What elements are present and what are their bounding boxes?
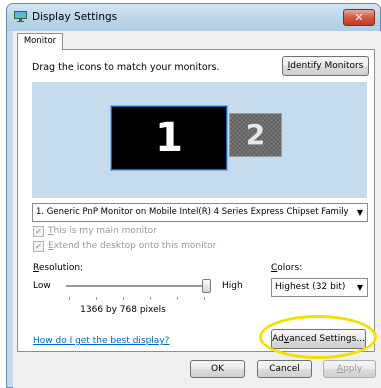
colors-select-value: Highest (32 bit) [275, 282, 346, 292]
help-link[interactable]: How do I get the best display? [33, 336, 169, 346]
window-title: Display Settings [32, 11, 118, 23]
arrangement-instructions: Drag the icons to match your monitors. [32, 62, 220, 73]
close-icon: ✕ [354, 11, 364, 24]
slider-tick [123, 297, 124, 300]
identify-monitors-button[interactable]: Identify Monitors [282, 56, 369, 76]
main-monitor-checkbox[interactable]: ✔ [33, 226, 44, 237]
slider-tick [150, 297, 151, 300]
colors-select[interactable]: Highest (32 bit) ▼ [271, 278, 368, 297]
slider-tick [96, 297, 97, 300]
main-monitor-checkbox-row: ✔ This is my main monitor [33, 226, 157, 237]
highlight-annotation [259, 315, 377, 359]
resolution-low-label: Low [33, 281, 51, 291]
display-settings-icon [14, 11, 27, 22]
resolution-label: Resolution: [33, 263, 83, 273]
apply-label: pply [342, 364, 363, 374]
monitor-select-value: 1. Generic PnP Monitor on Mobile Intel(R… [36, 207, 349, 217]
resolution-slider-track[interactable] [66, 285, 211, 287]
slider-tick [177, 297, 178, 300]
ok-button[interactable]: OK [190, 360, 245, 378]
monitor-2-tile[interactable]: 2 [229, 113, 282, 157]
colors-label: Colors: [271, 263, 302, 273]
chevron-down-icon: ▼ [356, 283, 363, 292]
slider-tick [69, 297, 70, 300]
chevron-down-icon: ▼ [356, 208, 363, 217]
resolution-value: 1366 by 768 pixels [80, 305, 166, 315]
apply-button[interactable]: Apply [323, 360, 376, 378]
slider-tick [204, 297, 205, 300]
cancel-button[interactable]: Cancel [257, 360, 312, 378]
extend-desktop-checkbox-row: ✔ Extend the desktop onto this monitor [33, 241, 216, 252]
resolution-high-label: High [222, 281, 243, 291]
resolution-slider-thumb[interactable] [202, 279, 211, 293]
resolution-label-text: esolution: [38, 263, 84, 273]
close-button[interactable]: ✕ [343, 9, 375, 26]
extend-desktop-label: xtend the desktop onto this monitor [53, 241, 217, 251]
tab-monitor[interactable]: Monitor [17, 33, 63, 50]
monitor-1-tile[interactable]: 1 [111, 106, 227, 170]
monitor-select[interactable]: 1. Generic PnP Monitor on Mobile Intel(R… [32, 203, 368, 222]
main-monitor-label: his is my main monitor [53, 226, 157, 236]
extend-desktop-checkbox[interactable]: ✔ [33, 241, 44, 252]
colors-label-text: olors: [277, 263, 303, 273]
identify-label: dentify Monitors [290, 61, 364, 71]
